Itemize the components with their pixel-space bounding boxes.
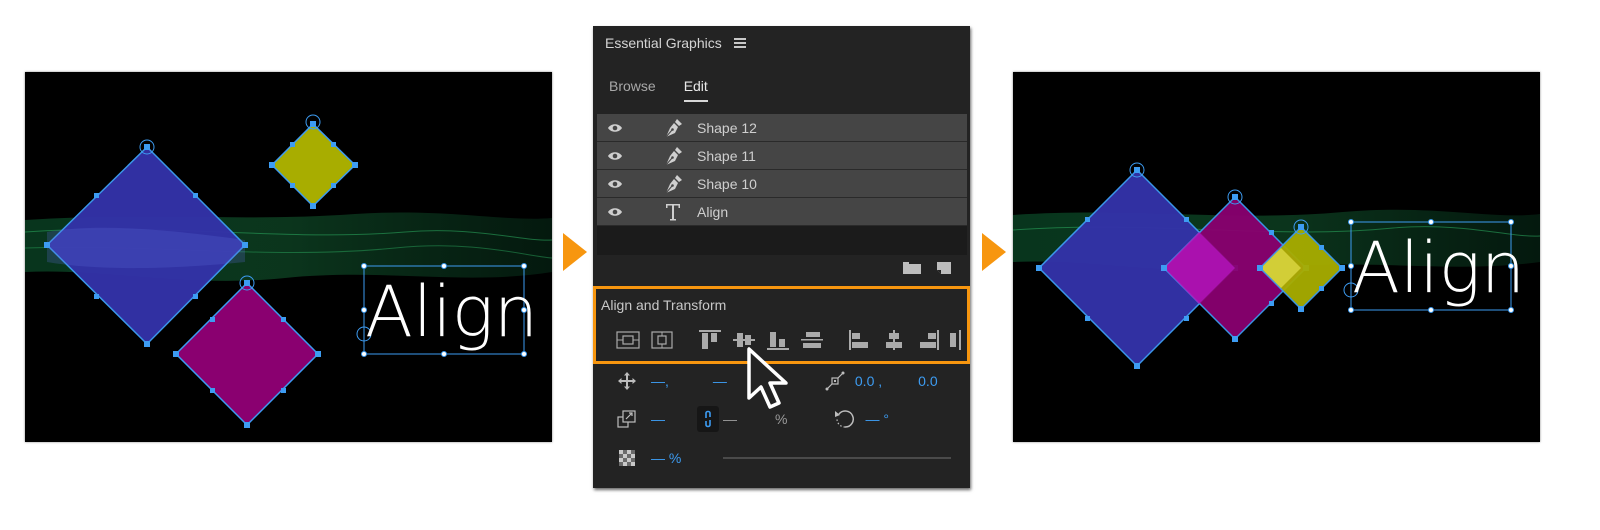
- new-layer-icon[interactable]: [937, 262, 951, 274]
- shape-12-diamond[interactable]: [269, 114, 358, 209]
- align-left-icon: [849, 330, 868, 350]
- layer-name: Align: [697, 204, 729, 220]
- eye-icon[interactable]: [607, 206, 623, 218]
- after-canvas: Align: [1013, 72, 1540, 442]
- text-tool-icon: [666, 204, 680, 221]
- constrain-proportions-toggle[interactable]: [697, 406, 719, 432]
- distribute-vertical-icon: [801, 332, 823, 348]
- align-right-button[interactable]: [916, 329, 940, 351]
- anchor-point-icon: [825, 371, 845, 391]
- align-to-video-frame-button[interactable]: [650, 329, 674, 351]
- anchor-x-value[interactable]: 0.0 ,: [855, 373, 882, 389]
- align-top-button[interactable]: [698, 329, 722, 351]
- align-text-layer[interactable]: Align: [356, 263, 538, 357]
- align-left-button[interactable]: [848, 329, 872, 351]
- opacity-slider[interactable]: [723, 457, 951, 459]
- layer-row[interactable]: Shape 12: [597, 114, 967, 142]
- hamburger-menu-icon[interactable]: [733, 38, 746, 48]
- scale-value[interactable]: —: [651, 411, 665, 427]
- section-title: Align and Transform: [601, 297, 727, 313]
- align-to-selection-icon: [616, 331, 640, 349]
- distribute-vertically-button[interactable]: [800, 329, 824, 351]
- layer-name: Shape 11: [697, 148, 756, 164]
- svg-text:Align: Align: [1352, 227, 1525, 309]
- opacity-row: — %: [617, 448, 681, 468]
- svg-text:Align: Align: [365, 271, 538, 353]
- before-canvas: Align: [25, 72, 552, 442]
- panel-title: Essential Graphics: [605, 35, 722, 51]
- after-canvas-art: Align: [1013, 162, 1540, 369]
- layer-tools: [903, 262, 951, 274]
- distribute-horizontally-button[interactable]: [950, 329, 964, 351]
- eye-icon[interactable]: [607, 178, 623, 190]
- opacity-value[interactable]: — %: [651, 450, 681, 466]
- opacity-checker-icon: [619, 450, 635, 466]
- panel-tabs: Browse Edit: [609, 78, 708, 102]
- align-top-icon: [699, 330, 721, 349]
- align-horizontal-center-button[interactable]: [882, 329, 906, 351]
- link-chain-icon: [705, 410, 711, 428]
- scale-icon: [617, 410, 636, 428]
- align-horizontal-center-icon: [886, 330, 902, 350]
- position-x-value[interactable]: —,: [651, 373, 669, 389]
- distribute-horizontal-icon: [950, 330, 961, 350]
- align-buttons: [616, 329, 974, 351]
- layer-list: Shape 12 Shape 11 Shape 10 Align: [597, 114, 967, 255]
- layer-row[interactable]: Shape 11: [597, 142, 967, 170]
- panel-header: Essential Graphics: [605, 34, 746, 52]
- new-group-folder-icon[interactable]: [903, 262, 921, 274]
- scale-unit: %: [775, 411, 788, 427]
- pen-tool-icon: [665, 147, 682, 166]
- arrow-right-icon: [982, 233, 1006, 271]
- scale-linked-value[interactable]: —: [723, 411, 737, 427]
- tab-edit[interactable]: Edit: [683, 78, 708, 102]
- align-to-selection-button[interactable]: [616, 329, 640, 351]
- eye-icon[interactable]: [607, 122, 623, 134]
- arrow-right-icon: [563, 233, 587, 271]
- layer-name: Shape 10: [697, 176, 757, 192]
- layer-name: Shape 12: [697, 120, 757, 136]
- align-right-icon: [920, 330, 939, 350]
- rotation-icon: [835, 410, 855, 428]
- align-to-frame-icon: [651, 331, 673, 349]
- mouse-pointer-cursor-icon: [747, 347, 788, 409]
- tab-browse[interactable]: Browse: [609, 78, 656, 102]
- position-y-value[interactable]: —: [713, 373, 727, 389]
- align-text-layer[interactable]: Align: [1343, 219, 1525, 313]
- layer-row[interactable]: Align: [597, 198, 967, 226]
- eye-icon[interactable]: [607, 150, 623, 162]
- essential-graphics-panel: Essential Graphics Browse Edit Shape 12 …: [593, 26, 970, 488]
- layer-row[interactable]: Shape 10: [597, 170, 967, 198]
- position-move-icon: [618, 372, 636, 390]
- anchor-y-value[interactable]: 0.0: [918, 373, 937, 389]
- rotation-value[interactable]: — °: [865, 411, 889, 427]
- pen-tool-icon: [665, 175, 682, 194]
- pen-tool-icon: [665, 119, 682, 138]
- before-canvas-art: Align: [25, 114, 552, 428]
